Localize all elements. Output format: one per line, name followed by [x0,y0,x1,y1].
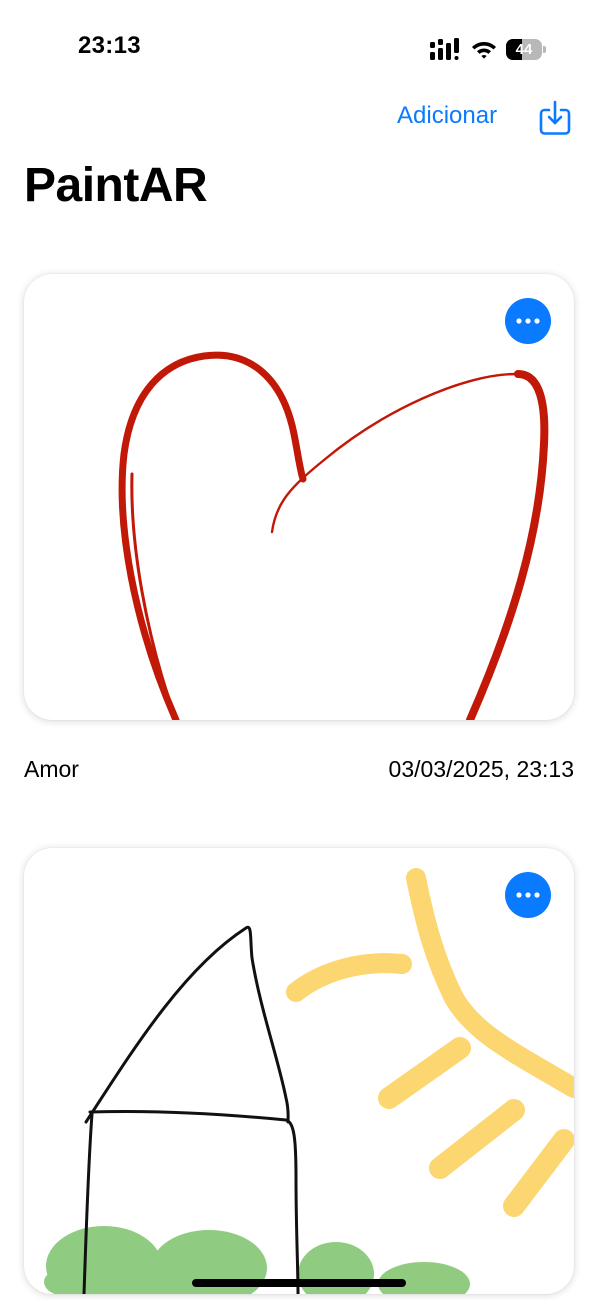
battery-level: 44 [515,40,533,58]
drawing-name: Amor [24,756,79,782]
status-time: 23:13 [78,32,141,59]
signal-icon [430,38,459,60]
sun [286,868,574,1217]
wifi-icon [472,42,496,59]
drawing-preview-heart [118,351,549,720]
page-title: PaintAR [24,159,208,212]
more-options-button[interactable] [505,298,551,344]
import-icon[interactable] [538,100,572,136]
battery-icon: 44 [506,38,546,60]
drawing-date: 03/03/2025, 23:13 [388,756,574,782]
ellipsis-icon [516,318,540,324]
drawing-card[interactable] [24,274,574,720]
add-button[interactable]: Adicionar [397,102,497,130]
status-icons: 44 [430,36,546,62]
battery-tip [543,45,546,53]
status-bar: 23:13 44 [0,0,598,90]
home-indicator[interactable] [192,1279,406,1287]
more-options-button[interactable] [505,872,551,918]
ellipsis-icon [516,892,540,898]
drawing-preview-house [44,868,574,1294]
drawing-caption: Amor 03/03/2025, 23:13 [24,756,574,786]
battery-body: 44 [506,38,542,60]
drawing-card[interactable] [24,848,574,1294]
